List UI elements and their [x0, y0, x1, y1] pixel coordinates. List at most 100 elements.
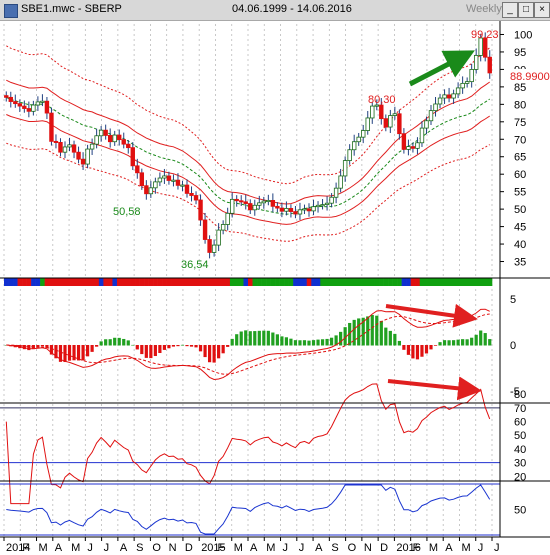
macd-histogram-bar	[67, 345, 72, 361]
rsi-tick-label: 50	[514, 430, 526, 442]
trend-strip-segment	[67, 278, 73, 286]
price-candle	[257, 202, 262, 206]
macd-histogram-bar	[90, 345, 94, 352]
trend-strip-segment	[238, 278, 244, 286]
price-candle	[361, 130, 366, 138]
minimize-button[interactable]: _	[502, 2, 518, 18]
macd-histogram-bar	[226, 345, 230, 347]
trend-strip-segment	[135, 278, 140, 286]
macd-histogram-bar	[113, 337, 117, 346]
price-candle	[220, 224, 226, 231]
macd-histogram-bar	[253, 331, 257, 346]
macd-histogram-bar	[474, 334, 478, 346]
trend-strip-segment	[370, 278, 375, 286]
macd-histogram-bar	[217, 345, 221, 359]
macd-histogram-bar	[76, 345, 81, 361]
trend-strip-segment	[184, 278, 190, 286]
x-tick-label: J	[299, 542, 305, 554]
maximize-button[interactable]: □	[518, 2, 534, 18]
macd-histogram-bar	[189, 345, 194, 347]
price-candle	[85, 148, 90, 165]
macd-histogram-bar	[244, 330, 248, 346]
trend-strip-segment	[31, 278, 36, 286]
close-button[interactable]: ×	[534, 2, 550, 18]
chart-area[interactable]: 1009590858075706560555045403550-58070605…	[0, 21, 550, 555]
trend-strip-segment	[121, 278, 127, 286]
macd-tick-label: 5	[510, 294, 516, 306]
trend-strip-segment	[35, 278, 41, 286]
trend-strip-segment	[451, 278, 457, 286]
trend-strip-segment	[22, 278, 27, 286]
price-tick-label: 75	[514, 117, 526, 129]
price-tick-label: 45	[514, 222, 526, 234]
price-candle	[162, 175, 167, 179]
x-tick-label: J	[87, 542, 93, 554]
macd-histogram-bar	[140, 345, 144, 355]
trend-strip-segment	[320, 278, 326, 286]
price-candle	[202, 219, 208, 240]
trend-strip-segment	[76, 278, 82, 286]
trend-strip-segment	[455, 278, 461, 286]
price-candle	[446, 94, 452, 99]
price-candle	[4, 95, 9, 98]
price-candle	[428, 110, 434, 122]
trend-strip-segment	[392, 278, 398, 286]
trend-strip-segment	[410, 278, 416, 286]
macd-histogram-bar	[180, 344, 185, 346]
x-tick-label: A	[250, 542, 258, 554]
price-candle	[401, 133, 407, 150]
trend-strip-segment	[243, 278, 249, 286]
x-tick-label: M	[234, 542, 243, 554]
price-candle	[293, 211, 298, 215]
macd-histogram-bar	[447, 340, 451, 346]
trend-strip-segment	[85, 278, 91, 286]
trend-strip-segment	[198, 278, 204, 286]
x-tick-label: A	[315, 542, 323, 554]
trend-strip-segment	[180, 278, 186, 286]
x-tick-label: F	[413, 542, 420, 554]
trend-strip-segment	[401, 278, 407, 286]
trend-strip-segment	[266, 278, 271, 286]
chart-window-icon[interactable]	[4, 4, 18, 18]
macd-histogram-bar	[135, 345, 139, 350]
rsi-tick-label: 60	[514, 417, 526, 429]
trend-strip-segment	[284, 278, 289, 286]
rsi-tick-label: 30	[514, 458, 526, 470]
price-candle	[171, 179, 176, 182]
macd-histogram-bar	[235, 334, 239, 346]
price-candle	[442, 94, 447, 99]
price-candle	[410, 146, 416, 149]
trend-strip-segment	[424, 278, 430, 286]
x-tick-label: A	[445, 542, 453, 554]
trend-strip-segment	[229, 278, 235, 286]
price-candle	[76, 151, 81, 160]
annotation-high: 99,23	[471, 29, 499, 41]
title-bar[interactable]: SBE1.mwc - SBERP 04.06.1999 - 14.06.2016…	[0, 0, 550, 21]
trend-strip-segment	[324, 278, 330, 286]
macd-histogram-bar	[27, 345, 31, 351]
window-title: SBE1.mwc - SBERP	[21, 3, 122, 15]
trend-strip-segment	[293, 278, 299, 286]
macd-histogram-bar	[207, 345, 212, 363]
price-candle	[13, 101, 18, 105]
macd-histogram-bar	[451, 340, 456, 346]
trend-strip-segment	[193, 278, 199, 286]
macd-histogram-bar	[370, 314, 374, 346]
macd-histogram-bar	[248, 331, 252, 346]
macd-histogram-bar	[167, 345, 171, 349]
trend-strip-segment	[49, 278, 55, 286]
trend-strip-segment	[103, 278, 109, 286]
price-candle	[252, 204, 257, 211]
trend-strip-segment	[419, 278, 425, 286]
trend-strip-segment	[162, 278, 167, 286]
trend-strip-segment	[302, 278, 308, 286]
price-candle	[451, 93, 456, 99]
price-candle	[44, 100, 50, 114]
trend-strip-segment	[464, 278, 470, 286]
price-candle	[126, 143, 131, 149]
price-candle	[157, 177, 163, 183]
macd-histogram-bar	[63, 345, 67, 363]
macd-histogram-bar	[104, 339, 108, 346]
trend-strip-segment	[288, 278, 294, 286]
price-tick-label: 60	[514, 169, 526, 181]
